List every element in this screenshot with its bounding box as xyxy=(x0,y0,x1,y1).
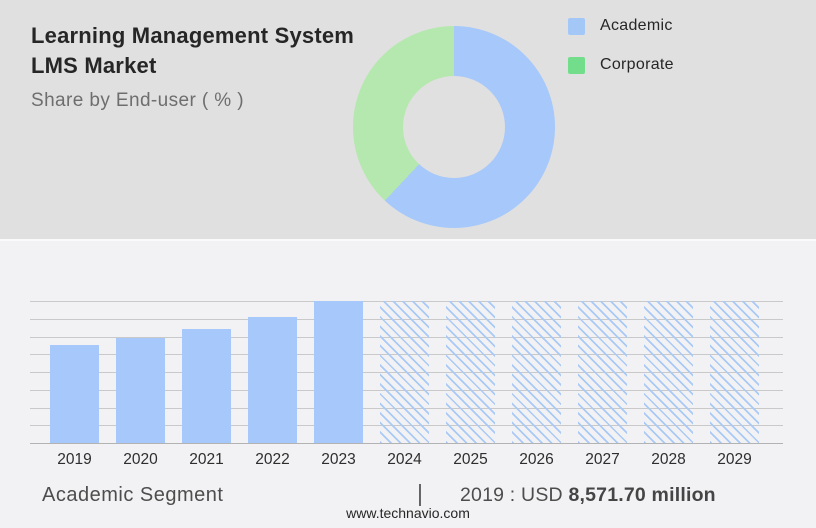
legend-item-academic: Academic xyxy=(568,17,674,35)
x-tick-2026: 2026 xyxy=(504,451,570,469)
x-tick-2027: 2027 xyxy=(570,451,636,469)
bar-actual-2020 xyxy=(116,338,165,443)
bar-forecast-2025 xyxy=(446,301,495,443)
bar-actual-2021 xyxy=(182,329,231,443)
x-tick-2023: 2023 xyxy=(306,451,372,469)
bar-actual-2019 xyxy=(50,345,99,443)
bar-actual-2023 xyxy=(314,301,363,443)
legend-item-corporate: Corporate xyxy=(568,56,674,74)
page-title-line1: Learning Management System xyxy=(31,21,354,51)
academic-swatch-icon xyxy=(568,18,585,35)
segment-label: Academic Segment xyxy=(42,484,223,507)
bar-forecast-2024 xyxy=(380,301,429,443)
anchor-value-bold: 8,571.70 million xyxy=(568,484,715,506)
title-block: Learning Management System LMS Market Sh… xyxy=(31,21,354,112)
footer-separator: | xyxy=(417,480,423,507)
bar-actual-2022 xyxy=(248,317,297,443)
bottom-panel: 2019202020212022202320242025202620272028… xyxy=(0,239,816,528)
top-panel: Learning Management System LMS Market Sh… xyxy=(0,0,816,239)
donut-legend: Academic Corporate xyxy=(568,17,674,95)
anchor-value: 2019 : USD 8,571.70 million xyxy=(460,484,716,507)
donut-chart xyxy=(353,26,555,228)
page-title-line2: LMS Market xyxy=(31,51,354,81)
website-url: www.technavio.com xyxy=(0,505,816,521)
bar-chart: 2019202020212022202320242025202620272028… xyxy=(30,301,783,443)
corporate-swatch-icon xyxy=(568,57,585,74)
bar-forecast-2028 xyxy=(644,301,693,443)
legend-label-academic: Academic xyxy=(600,17,673,35)
x-tick-2020: 2020 xyxy=(108,451,174,469)
x-tick-2019: 2019 xyxy=(42,451,108,469)
page-subtitle: Share by End-user ( % ) xyxy=(31,90,354,112)
x-tick-2022: 2022 xyxy=(240,451,306,469)
x-tick-2028: 2028 xyxy=(636,451,702,469)
bar-forecast-2026 xyxy=(512,301,561,443)
donut-hole xyxy=(403,76,505,178)
bar-forecast-2027 xyxy=(578,301,627,443)
x-tick-2021: 2021 xyxy=(174,451,240,469)
legend-label-corporate: Corporate xyxy=(600,56,674,74)
x-axis-line xyxy=(30,443,783,444)
x-tick-2029: 2029 xyxy=(702,451,768,469)
anchor-value-prefix: 2019 : USD xyxy=(460,484,563,506)
infographic: Learning Management System LMS Market Sh… xyxy=(0,0,816,528)
x-tick-2025: 2025 xyxy=(438,451,504,469)
x-tick-2024: 2024 xyxy=(372,451,438,469)
bar-forecast-2029 xyxy=(710,301,759,443)
